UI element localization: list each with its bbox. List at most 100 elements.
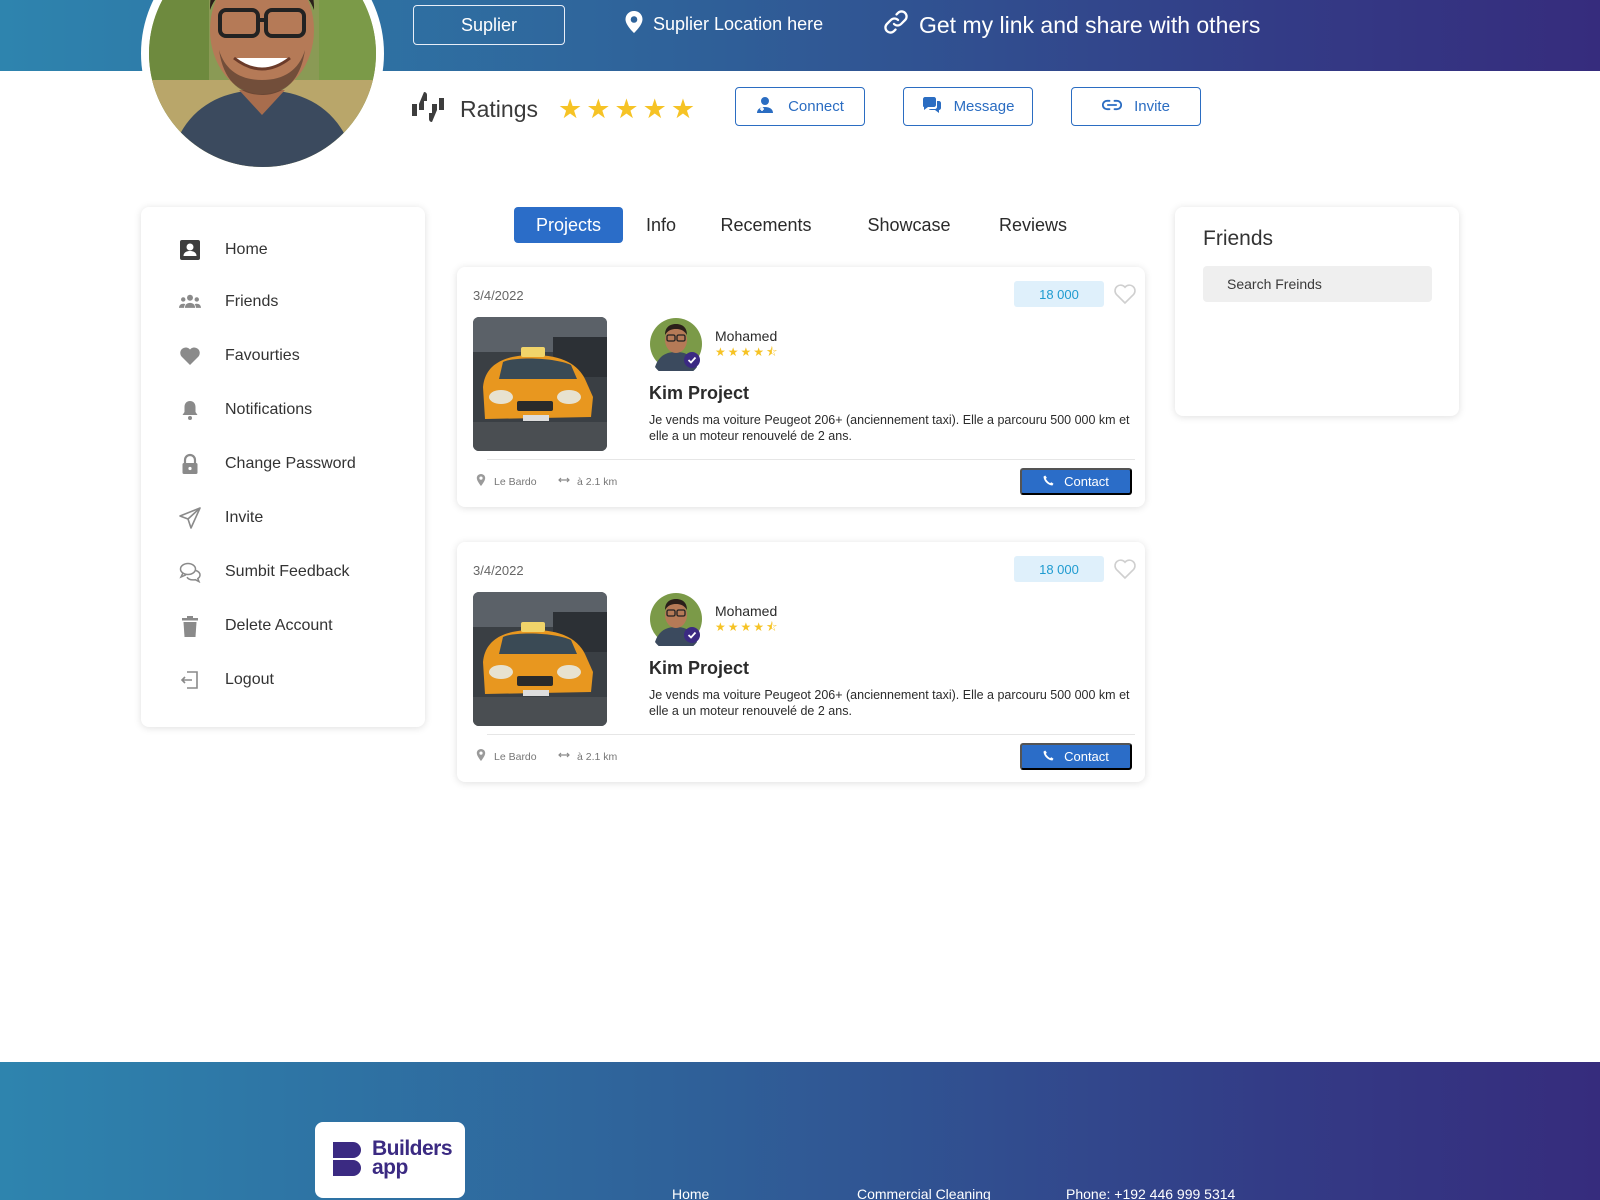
- project-date: 3/4/2022: [473, 288, 524, 303]
- sidebar-item-change-password[interactable]: Change Password: [179, 453, 356, 475]
- location-text: Suplier Location here: [653, 14, 824, 34]
- map-pin-icon: [625, 11, 643, 38]
- sidebar-item-label: Sumbit Feedback: [225, 563, 350, 580]
- star-icon: ★: [753, 620, 765, 634]
- arrows-horizontal-icon: [558, 749, 570, 764]
- footer-phone[interactable]: Phone: +192 446 999 5314: [1066, 1186, 1235, 1200]
- project-distance: à 2.1 km: [558, 474, 617, 489]
- tab-showcase[interactable]: Showcase: [858, 207, 960, 243]
- project-card[interactable]: 3/4/2022 18 000 Mohamed ★ ★ ★ ★ ⯪ Kim Pr…: [457, 542, 1145, 782]
- sidebar-item-favourites[interactable]: Favourties: [179, 345, 300, 367]
- star-icon: ★: [586, 94, 611, 124]
- owner-name: Mohamed: [715, 603, 778, 619]
- project-image[interactable]: [473, 592, 607, 726]
- project-card[interactable]: 3/4/2022 18 000 Mohamed ★ ★ ★ ★ ⯪ Kim Pr…: [457, 267, 1145, 507]
- project-description: Je vends ma voiture Peugeot 206+ (ancien…: [649, 688, 1130, 718]
- friends-title: Friends: [1203, 227, 1274, 250]
- sidebar-item-label: Change Password: [225, 455, 356, 472]
- star-icon: ★: [715, 620, 726, 634]
- heart-outline-icon[interactable]: [1113, 282, 1137, 306]
- star-icon: ★: [753, 345, 765, 359]
- message-label: Message: [953, 98, 1015, 115]
- message-button[interactable]: Message: [903, 87, 1033, 126]
- profile-rating-stars: ★ ★ ★ ★ ★: [558, 96, 695, 123]
- contact-button[interactable]: Contact: [1020, 468, 1132, 495]
- location-label: Le Bardo: [494, 475, 537, 488]
- star-icon: ★: [614, 94, 639, 124]
- sidebar-item-label: Delete Account: [225, 617, 333, 634]
- card-divider: [487, 459, 1135, 460]
- owner-name: Mohamed: [715, 328, 778, 344]
- connect-button[interactable]: Connect: [735, 87, 865, 126]
- sidebar-item-home[interactable]: Home: [179, 239, 268, 261]
- link-icon: [1101, 96, 1123, 118]
- map-pin-icon: [475, 749, 487, 764]
- phone-icon: [1043, 749, 1054, 764]
- profile-page: Suplier Suplier Location here Get my lin…: [0, 0, 1600, 1200]
- project-title[interactable]: Kim Project: [649, 658, 749, 679]
- users-icon: [179, 291, 201, 313]
- logout-icon: [179, 669, 201, 691]
- star-icon: ★: [727, 345, 739, 359]
- card-divider: [487, 734, 1135, 735]
- owner-avatar[interactable]: [649, 317, 703, 378]
- star-icon: ★: [715, 345, 726, 359]
- supplier-location[interactable]: Suplier Location here: [625, 11, 823, 38]
- sidebar-item-submit-feedback[interactable]: Sumbit Feedback: [179, 561, 350, 583]
- user-plus-icon: [756, 96, 776, 118]
- logo-mark-icon: [333, 1142, 361, 1176]
- share-link[interactable]: Get my link and share with others: [883, 9, 1260, 41]
- distance-label: à 2.1 km: [577, 750, 618, 763]
- thumbs-icon: [410, 90, 446, 129]
- project-image[interactable]: [473, 317, 607, 451]
- sidebar-item-notifications[interactable]: Notifications: [179, 399, 312, 421]
- half-star-icon: ⯪: [766, 620, 778, 634]
- contact-button[interactable]: Contact: [1020, 743, 1132, 770]
- footer-link-home[interactable]: Home: [672, 1186, 709, 1200]
- sidebar-item-delete-account[interactable]: Delete Account: [179, 615, 333, 637]
- friends-panel: Friends: [1175, 207, 1459, 416]
- tab-reviews[interactable]: Reviews: [994, 207, 1072, 243]
- sidebar-item-label: Invite: [225, 509, 264, 526]
- send-icon: [179, 507, 201, 529]
- invite-button[interactable]: Invite: [1071, 87, 1201, 126]
- sidebar: Home Friends Favourties Notifications Ch…: [141, 207, 425, 727]
- contact-label: Contact: [1064, 474, 1109, 489]
- project-title[interactable]: Kim Project: [649, 383, 749, 404]
- trash-icon: [179, 615, 201, 637]
- connect-label: Connect: [788, 98, 844, 115]
- half-star-icon: ⯪: [766, 345, 778, 359]
- project-location: Le Bardo: [475, 474, 537, 489]
- sidebar-item-invite[interactable]: Invite: [179, 507, 263, 529]
- chat-icon: [922, 96, 942, 118]
- sidebar-item-logout[interactable]: Logout: [179, 669, 274, 691]
- star-icon: ★: [642, 94, 667, 124]
- bell-icon: [179, 399, 201, 421]
- comments-icon: [179, 561, 201, 583]
- map-pin-icon: [475, 474, 487, 489]
- star-icon: ★: [670, 94, 696, 124]
- footer-link-commercial-cleaning[interactable]: Commercial Cleaning: [857, 1186, 991, 1200]
- search-friends-input[interactable]: [1203, 266, 1432, 302]
- lock-icon: [179, 453, 201, 475]
- sidebar-item-label: Notifications: [225, 401, 313, 418]
- sidebar-item-label: Friends: [225, 293, 279, 310]
- price-badge: 18 000: [1014, 281, 1104, 307]
- project-location: Le Bardo: [475, 749, 537, 764]
- tab-recements[interactable]: Recements: [712, 207, 820, 243]
- project-distance: à 2.1 km: [558, 749, 617, 764]
- price-badge: 18 000: [1014, 556, 1104, 582]
- sidebar-item-friends[interactable]: Friends: [179, 291, 278, 313]
- logo-text: Builders app: [372, 1138, 453, 1178]
- tab-info[interactable]: Info: [637, 207, 685, 243]
- star-icon: ★: [557, 94, 583, 124]
- contact-label: Contact: [1064, 749, 1109, 764]
- heart-outline-icon[interactable]: [1113, 557, 1137, 581]
- sidebar-item-label: Logout: [225, 671, 274, 688]
- supplier-button[interactable]: Suplier: [413, 5, 565, 45]
- owner-avatar[interactable]: [649, 592, 703, 653]
- builders-app-logo[interactable]: Builders app: [315, 1122, 465, 1198]
- phone-icon: [1043, 474, 1054, 489]
- tab-projects[interactable]: Projects: [514, 207, 623, 243]
- arrows-horizontal-icon: [558, 474, 570, 489]
